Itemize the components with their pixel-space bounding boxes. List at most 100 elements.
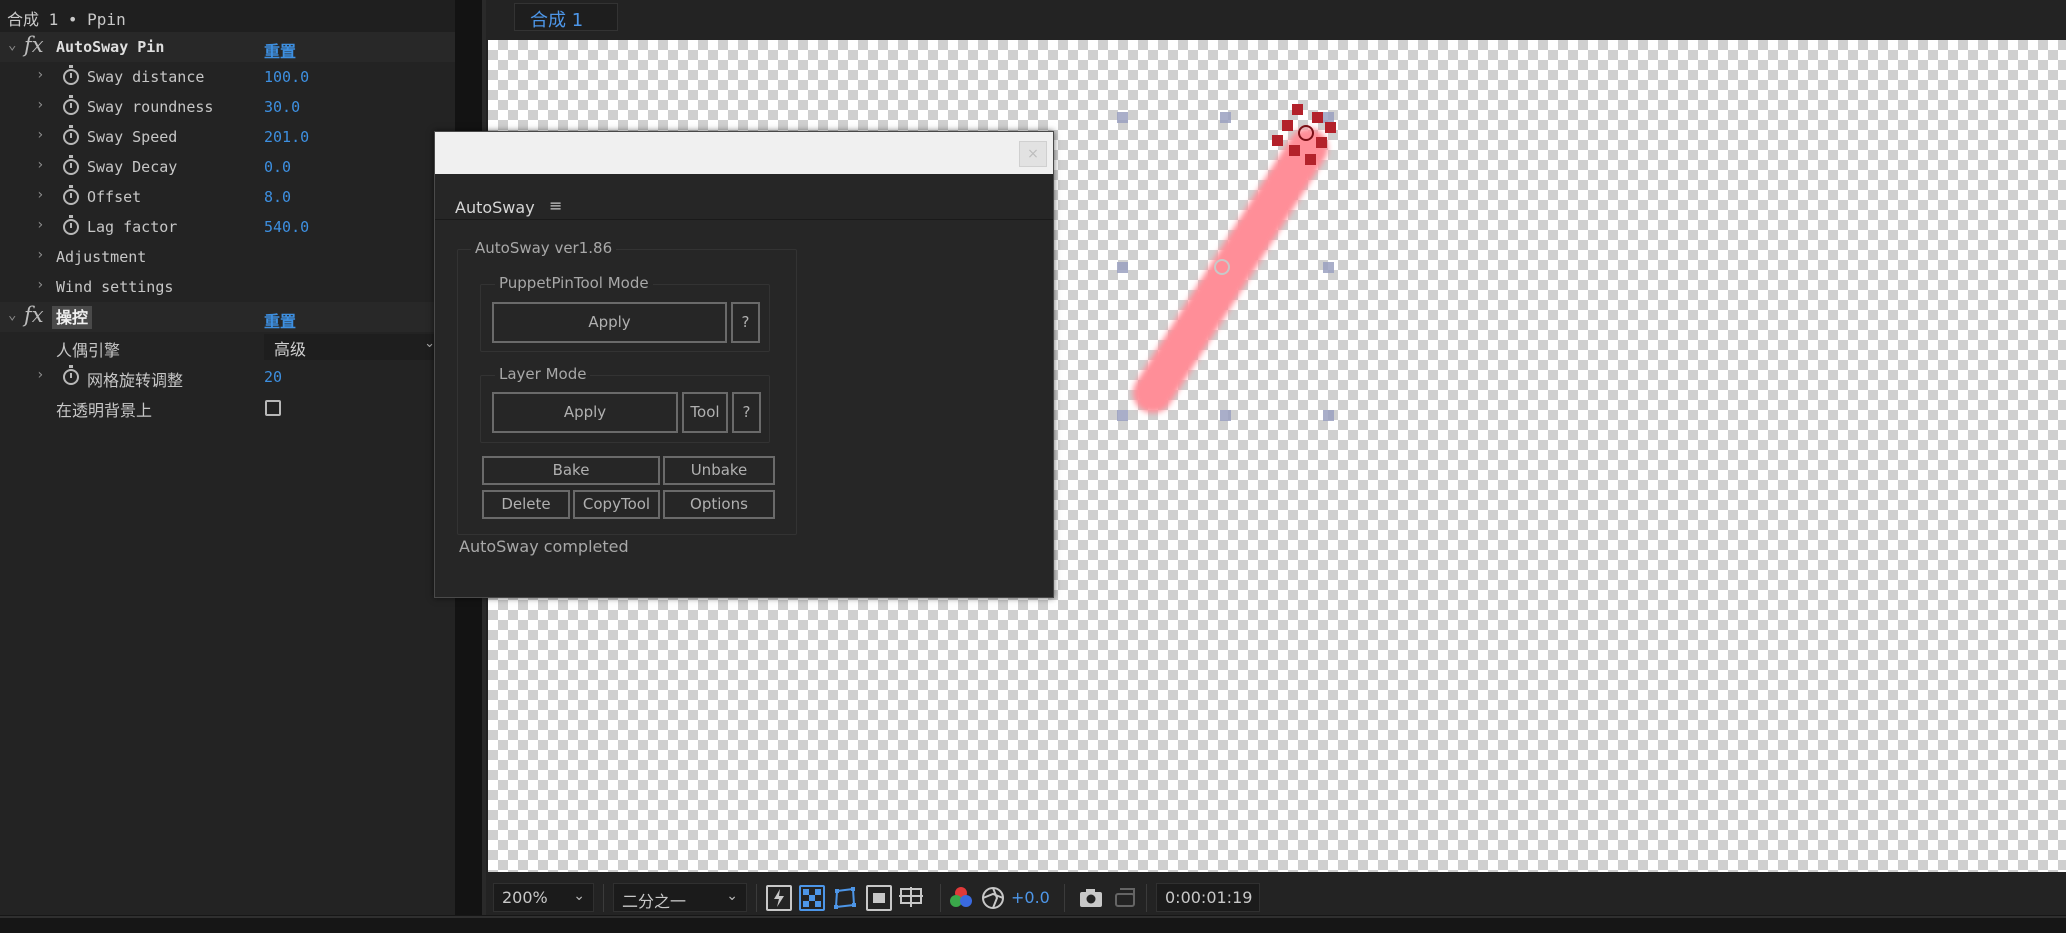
unbake-button[interactable]: Unbake: [663, 456, 775, 485]
chevron-down-icon[interactable]: ⌄: [8, 37, 16, 53]
group-label: Adjustment: [56, 248, 147, 266]
hamburger-icon[interactable]: ≡: [549, 196, 562, 215]
param-row[interactable]: › Sway Decay 0.0: [0, 152, 455, 182]
timecode-display[interactable]: 0:00:01:19: [1156, 883, 1260, 912]
puppet-pin[interactable]: [1325, 122, 1336, 133]
effect-autosway-row[interactable]: ⌄ fx AutoSway Pin 重置: [0, 32, 455, 62]
options-button[interactable]: Options: [663, 490, 775, 519]
tab-composition[interactable]: 合成 1: [514, 3, 618, 31]
param-row[interactable]: › Offset 8.0: [0, 182, 455, 212]
fast-preview-icon[interactable]: [766, 885, 792, 911]
resolution-value: 二分之一: [622, 892, 687, 911]
param-value[interactable]: 20: [264, 368, 282, 386]
param-row[interactable]: › Lag factor 540.0: [0, 212, 455, 242]
param-label: Sway Speed: [87, 128, 178, 146]
bbox-handle[interactable]: [1117, 410, 1128, 421]
puppet-pin[interactable]: [1305, 154, 1316, 165]
param-value[interactable]: 30.0: [264, 98, 300, 116]
param-label: Sway distance: [87, 68, 205, 86]
param-row[interactable]: › Sway Speed 201.0: [0, 122, 455, 152]
group-row[interactable]: › Adjustment: [0, 242, 455, 272]
transparency-grid-icon[interactable]: [799, 885, 825, 911]
transparent-checkbox[interactable]: [265, 400, 281, 416]
bbox-handle[interactable]: [1220, 112, 1231, 123]
stopwatch-icon[interactable]: [63, 155, 79, 175]
puppet-apply-button[interactable]: Apply: [492, 302, 727, 343]
chevron-right-icon[interactable]: ›: [36, 127, 44, 143]
chevron-right-icon[interactable]: ›: [36, 97, 44, 113]
zoom-select[interactable]: 200% ⌄: [493, 883, 594, 912]
fx-icon[interactable]: fx: [24, 33, 44, 57]
param-row[interactable]: 在透明背景上: [0, 392, 455, 422]
bbox-handle[interactable]: [1323, 410, 1334, 421]
stopwatch-icon[interactable]: [63, 65, 79, 85]
stopwatch-icon[interactable]: [63, 365, 79, 385]
chevron-right-icon[interactable]: ›: [36, 67, 44, 83]
pink-stroke-shape[interactable]: [1133, 128, 1328, 413]
stopwatch-icon[interactable]: [63, 185, 79, 205]
bbox-handle[interactable]: [1117, 112, 1128, 123]
show-snapshot-icon[interactable]: [1112, 885, 1138, 911]
toolbar-separator: [1146, 884, 1147, 912]
chevron-right-icon[interactable]: ›: [36, 367, 44, 383]
param-row[interactable]: 人偶引擎 高级 ⌄: [0, 332, 455, 362]
resolution-select[interactable]: 二分之一 ⌄: [613, 883, 747, 912]
group-row[interactable]: › Wind settings: [0, 272, 455, 302]
chevron-right-icon[interactable]: ›: [36, 157, 44, 173]
copytool-button[interactable]: CopyTool: [573, 490, 660, 519]
chevron-right-icon[interactable]: ›: [36, 247, 44, 263]
stopwatch-icon[interactable]: [63, 95, 79, 115]
param-row[interactable]: › 网格旋转调整 20: [0, 362, 455, 392]
bbox-handle[interactable]: [1117, 262, 1128, 273]
snapshot-camera-icon[interactable]: [1078, 885, 1104, 911]
param-label: Sway roundness: [87, 98, 214, 116]
param-value[interactable]: 8.0: [264, 188, 291, 206]
param-value[interactable]: 100.0: [264, 68, 309, 86]
window-titlebar[interactable]: ×: [435, 132, 1053, 174]
bake-button[interactable]: Bake: [482, 456, 660, 485]
chevron-right-icon[interactable]: ›: [36, 187, 44, 203]
puppet-pin[interactable]: [1282, 120, 1293, 131]
toolbar-separator: [603, 884, 604, 912]
param-value[interactable]: 201.0: [264, 128, 309, 146]
mask-path-icon[interactable]: [832, 885, 858, 911]
reset-link[interactable]: 重置: [264, 38, 296, 62]
puppet-pin[interactable]: [1316, 137, 1327, 148]
guides-grid-icon[interactable]: [898, 885, 924, 911]
panel-tab-autosway[interactable]: AutoSway: [455, 198, 535, 217]
effect-name: AutoSway Pin: [56, 38, 165, 56]
region-of-interest-icon[interactable]: [866, 885, 892, 911]
chevron-right-icon[interactable]: ›: [36, 277, 44, 293]
layer-apply-button[interactable]: Apply: [492, 392, 678, 433]
engine-select[interactable]: 高级 ⌄: [264, 334, 439, 360]
stopwatch-icon[interactable]: [63, 215, 79, 235]
puppet-pin[interactable]: [1289, 145, 1300, 156]
reset-link[interactable]: 重置: [264, 308, 296, 332]
color-channels-icon[interactable]: [948, 885, 974, 911]
exposure-value[interactable]: +0.0: [1011, 888, 1050, 907]
param-row[interactable]: › Sway distance 100.0: [0, 62, 455, 92]
puppet-pin[interactable]: [1272, 135, 1283, 146]
bbox-handle[interactable]: [1323, 262, 1334, 273]
param-label: Sway Decay: [87, 158, 178, 176]
effect-puppet-row[interactable]: ⌄ fx 操控 重置: [0, 302, 455, 332]
layer-help-button[interactable]: ?: [732, 392, 761, 433]
chevron-down-icon[interactable]: ⌄: [8, 307, 16, 323]
fx-icon[interactable]: fx: [24, 303, 44, 327]
reset-exposure-icon[interactable]: [980, 885, 1006, 911]
delete-button[interactable]: Delete: [482, 490, 570, 519]
param-value[interactable]: 0.0: [264, 158, 291, 176]
footer-divider: [0, 916, 2066, 918]
param-label: Offset: [87, 188, 142, 206]
puppet-pin[interactable]: [1312, 112, 1323, 123]
param-row[interactable]: › Sway roundness 30.0: [0, 92, 455, 122]
param-value[interactable]: 540.0: [264, 218, 309, 236]
toolbar-separator: [756, 884, 757, 912]
puppet-pin[interactable]: [1292, 104, 1303, 115]
stopwatch-icon[interactable]: [63, 125, 79, 145]
chevron-right-icon[interactable]: ›: [36, 217, 44, 233]
bbox-handle[interactable]: [1220, 410, 1231, 421]
layer-tool-button[interactable]: Tool: [682, 392, 728, 433]
puppet-help-button[interactable]: ?: [731, 302, 760, 343]
close-icon[interactable]: ×: [1019, 141, 1047, 167]
